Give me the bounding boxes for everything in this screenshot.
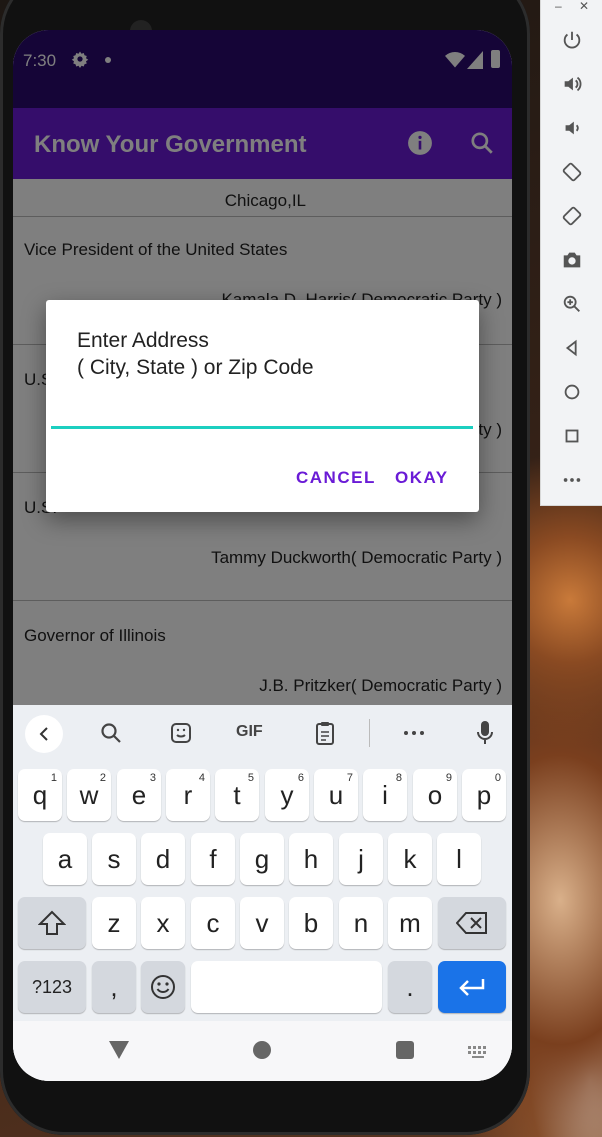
dialog-title: Enter Address ( City, State ) or Zip Cod…	[77, 329, 314, 379]
home-icon[interactable]	[558, 378, 586, 406]
key-f[interactable]: f	[191, 833, 235, 885]
key-label: e	[131, 779, 147, 810]
minimize-icon[interactable]: –	[555, 0, 562, 13]
key-number: 3	[149, 772, 156, 784]
key-q[interactable]: q1	[18, 769, 62, 821]
phone-screen: 7:30 Know Your Government Chicago,IL Vic…	[13, 30, 512, 1081]
symbols-key[interactable]: ?123	[18, 961, 86, 1013]
key-y[interactable]: y6	[265, 769, 309, 821]
key-k[interactable]: k	[388, 833, 432, 885]
enter-key[interactable]	[438, 961, 506, 1013]
navigation-bar	[13, 1021, 512, 1081]
power-icon[interactable]	[558, 26, 586, 54]
sticker-icon[interactable]	[169, 721, 193, 750]
key-label: i	[382, 779, 388, 810]
close-icon[interactable]: ✕	[579, 0, 589, 13]
emoji-icon	[151, 975, 175, 999]
key-number: 7	[346, 772, 353, 784]
key-j[interactable]: j	[339, 833, 383, 885]
key-number: 9	[445, 772, 452, 784]
space-key[interactable]	[191, 961, 382, 1013]
key-w[interactable]: w2	[67, 769, 111, 821]
toolbar-titlebar: – ✕	[541, 0, 602, 14]
input-underline	[51, 426, 473, 429]
rotate-left-icon[interactable]	[558, 158, 586, 186]
key-number: 1	[50, 772, 57, 784]
clipboard-icon[interactable]	[313, 720, 337, 751]
key-s[interactable]: s	[92, 833, 136, 885]
key-label: u	[328, 779, 344, 810]
backspace-key[interactable]	[438, 897, 506, 949]
key-x[interactable]: x	[141, 897, 185, 949]
cancel-button[interactable]: CANCEL	[296, 468, 376, 488]
key-t[interactable]: t5	[215, 769, 259, 821]
key-g[interactable]: g	[240, 833, 284, 885]
enter-icon	[459, 979, 485, 996]
key-p[interactable]: p0	[462, 769, 506, 821]
microphone-icon[interactable]	[475, 719, 495, 752]
camera-icon[interactable]	[558, 246, 586, 274]
period-key[interactable]: .	[388, 961, 432, 1013]
volume-up-icon[interactable]	[558, 70, 586, 98]
address-input[interactable]	[51, 396, 477, 426]
key-label: r	[183, 779, 193, 810]
key-number: 0	[494, 772, 501, 784]
volume-down-icon[interactable]	[558, 114, 586, 142]
key-n[interactable]: n	[339, 897, 383, 949]
key-a[interactable]: a	[43, 833, 87, 885]
back-icon[interactable]	[558, 334, 586, 362]
key-b[interactable]: b	[289, 897, 333, 949]
key-i[interactable]: i8	[363, 769, 407, 821]
gif-button[interactable]: GIF	[236, 723, 263, 741]
emulator-toolbar: – ✕	[540, 0, 602, 506]
key-label: w	[79, 779, 99, 810]
home-icon[interactable]	[253, 1041, 271, 1059]
key-number: 2	[99, 772, 106, 784]
key-l[interactable]: l	[437, 833, 481, 885]
key-number: 4	[198, 772, 205, 784]
overview-icon[interactable]	[396, 1041, 414, 1059]
okay-button[interactable]: OKAY	[395, 468, 449, 488]
key-e[interactable]: e3	[117, 769, 161, 821]
key-m[interactable]: m	[388, 897, 432, 949]
key-u[interactable]: u7	[314, 769, 358, 821]
key-number: 5	[247, 772, 254, 784]
key-d[interactable]: d	[141, 833, 185, 885]
more-icon[interactable]	[402, 723, 426, 748]
key-o[interactable]: o9	[413, 769, 457, 821]
key-number: 6	[297, 772, 304, 784]
keyboard-switch-icon[interactable]	[468, 1045, 490, 1063]
overview-icon[interactable]	[558, 422, 586, 450]
key-label: q	[32, 779, 48, 810]
toolbar-divider	[369, 719, 370, 747]
key-z[interactable]: z	[92, 897, 136, 949]
back-icon[interactable]	[108, 1040, 130, 1065]
more-icon[interactable]	[558, 466, 586, 494]
search-icon[interactable]	[99, 721, 123, 750]
phone-frame: 7:30 Know Your Government Chicago,IL Vic…	[0, 0, 530, 1135]
collapse-toolbar-icon[interactable]	[25, 715, 63, 753]
emoji-key[interactable]	[141, 961, 185, 1013]
key-h[interactable]: h	[289, 833, 333, 885]
shift-key[interactable]	[18, 897, 86, 949]
address-dialog: Enter Address ( City, State ) or Zip Cod…	[46, 300, 479, 512]
key-label: y	[280, 779, 294, 810]
keyboard-toolbar: GIF	[13, 705, 512, 761]
key-number: 8	[395, 772, 402, 784]
rotate-right-icon[interactable]	[558, 202, 586, 230]
key-label: o	[427, 779, 443, 810]
key-c[interactable]: c	[191, 897, 235, 949]
key-label: t	[233, 779, 241, 810]
key-label: p	[476, 779, 492, 810]
shift-icon	[38, 910, 66, 935]
key-r[interactable]: r4	[166, 769, 210, 821]
comma-key[interactable]: ,	[92, 961, 136, 1013]
backspace-icon	[456, 912, 487, 934]
key-v[interactable]: v	[240, 897, 284, 949]
zoom-icon[interactable]	[558, 290, 586, 318]
